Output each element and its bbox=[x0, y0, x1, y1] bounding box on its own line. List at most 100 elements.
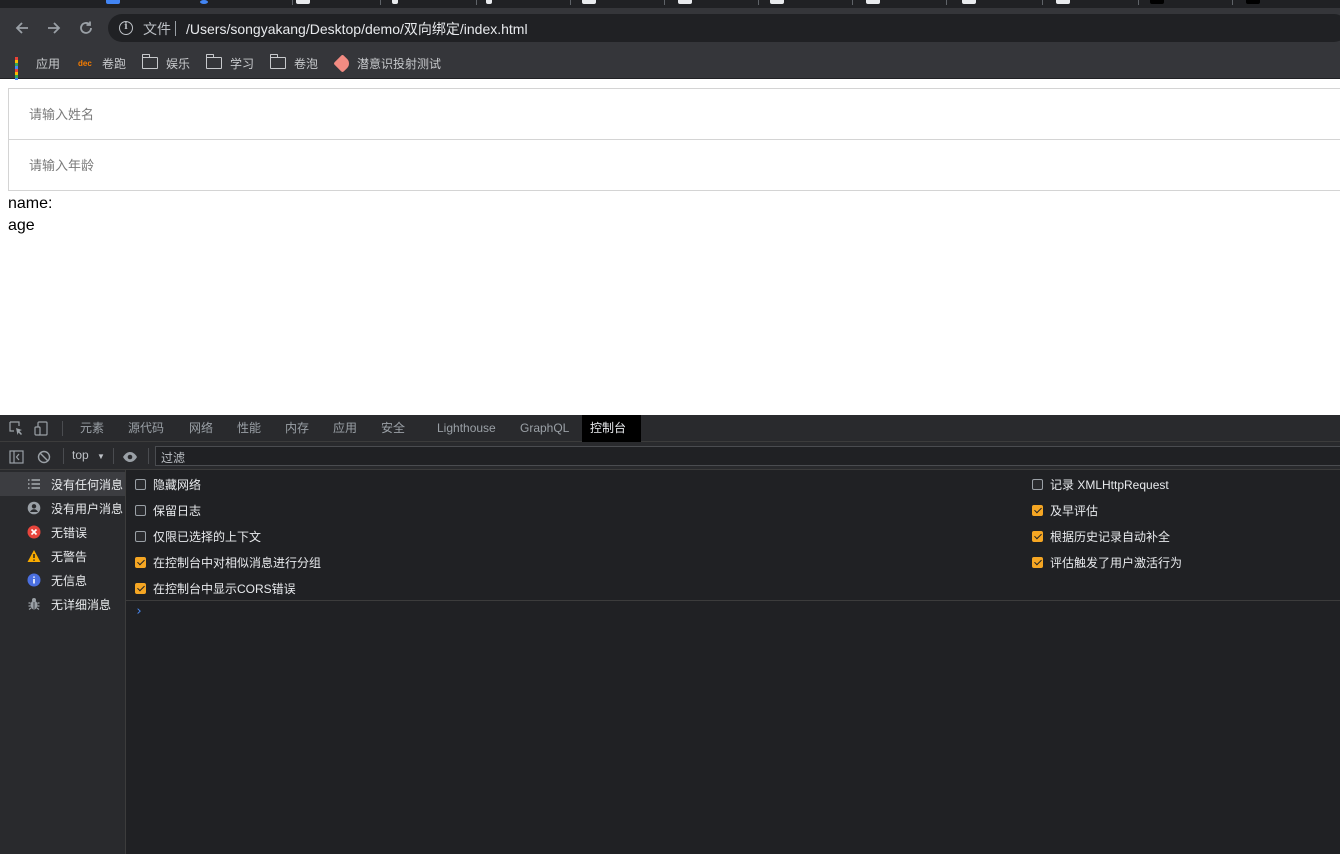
folder-icon bbox=[141, 54, 158, 69]
option-preserve-log[interactable]: 保留日志 bbox=[135, 502, 201, 518]
option-autocomplete-history[interactable]: 根据历史记录自动补全 bbox=[1032, 528, 1170, 544]
name-input[interactable] bbox=[9, 89, 1340, 139]
option-label: 在控制台中显示CORS错误 bbox=[153, 581, 296, 596]
checkbox[interactable] bbox=[135, 504, 146, 516]
option-eager-evaluation[interactable]: 及早评估 bbox=[1032, 502, 1098, 518]
inspect-element-icon[interactable] bbox=[9, 421, 24, 436]
option-label: 在控制台中对相似消息进行分组 bbox=[153, 555, 322, 570]
error-icon bbox=[27, 525, 41, 539]
filter-input[interactable] bbox=[156, 449, 1340, 467]
tab-performance[interactable]: 性能 bbox=[229, 415, 269, 442]
divider bbox=[148, 448, 149, 464]
sidebar-item-label: 无信息 bbox=[51, 573, 88, 588]
sidebar-item-all-messages[interactable]: 没有任何消息 bbox=[0, 472, 125, 496]
checkbox[interactable] bbox=[1032, 478, 1043, 490]
sidebar-item-verbose[interactable]: 无详细消息 bbox=[0, 592, 125, 616]
tab-network[interactable]: 网络 bbox=[181, 415, 221, 442]
sidebar-item-errors[interactable]: 无错误 bbox=[0, 520, 125, 544]
context-selector[interactable]: top ▼ bbox=[72, 448, 105, 462]
checkbox[interactable] bbox=[135, 530, 146, 542]
tab-favicon[interactable] bbox=[770, 0, 784, 4]
dec-icon: dec bbox=[78, 58, 92, 68]
console-output[interactable]: › bbox=[126, 601, 1340, 854]
tab-favicon[interactable] bbox=[1150, 0, 1164, 4]
device-toolbar-icon[interactable] bbox=[34, 421, 49, 436]
tab-favicon[interactable] bbox=[866, 0, 880, 4]
tab-favicon[interactable] bbox=[1056, 0, 1070, 4]
url-text[interactable]: /Users/songyakang/Desktop/demo/双向绑定/inde… bbox=[186, 19, 528, 39]
folder-icon bbox=[269, 54, 286, 69]
bookmark-folder-juanpao[interactable]: 卷泡 bbox=[269, 54, 319, 72]
back-icon[interactable] bbox=[12, 18, 32, 38]
info-icon[interactable]: i bbox=[119, 21, 133, 35]
clear-console-icon[interactable] bbox=[37, 449, 52, 464]
folder-icon bbox=[205, 54, 222, 69]
bug-icon bbox=[27, 597, 41, 611]
name-field bbox=[8, 88, 1340, 140]
sidebar-item-user-messages[interactable]: 没有用户消息 bbox=[0, 496, 125, 520]
tab-favicon[interactable] bbox=[200, 0, 208, 4]
tab-favicon[interactable] bbox=[582, 0, 596, 4]
tab-memory[interactable]: 内存 bbox=[277, 415, 317, 442]
tab-elements[interactable]: 元素 bbox=[72, 415, 112, 442]
scheme-label: 文件 bbox=[143, 21, 171, 37]
tab-favicon[interactable] bbox=[486, 0, 492, 4]
sidebar-item-label: 没有用户消息 bbox=[51, 501, 124, 516]
tab-favicon[interactable] bbox=[392, 0, 398, 4]
option-hide-network[interactable]: 隐藏网络 bbox=[135, 476, 201, 492]
eye-icon[interactable] bbox=[122, 449, 137, 464]
bookmark-folder-entertainment[interactable]: 娱乐 bbox=[141, 54, 191, 72]
tab-graphql[interactable]: GraphQL bbox=[512, 415, 577, 442]
tab-favicon[interactable] bbox=[962, 0, 976, 4]
option-log-xhr[interactable]: 记录 XMLHttpRequest bbox=[1032, 476, 1169, 492]
option-selected-context-only[interactable]: 仅限已选择的上下文 bbox=[135, 528, 261, 544]
tab-strip bbox=[0, 0, 1340, 8]
option-group-similar[interactable]: 在控制台中对相似消息进行分组 bbox=[135, 554, 321, 570]
age-input[interactable] bbox=[9, 140, 1340, 190]
bookmarks-bar: 应用 dec 卷跑 娱乐 学习 卷泡 潜意识投射测试 bbox=[0, 48, 1340, 84]
option-show-cors-errors[interactable]: 在控制台中显示CORS错误 bbox=[135, 580, 296, 596]
tab-console[interactable]: 控制台 bbox=[582, 415, 641, 442]
tab-favicon[interactable] bbox=[106, 0, 120, 4]
page-content: name: age bbox=[0, 80, 1340, 415]
reload-icon[interactable] bbox=[76, 18, 96, 38]
address-bar[interactable]: i 文件 /Users/songyakang/Desktop/demo/双向绑定… bbox=[108, 14, 1340, 42]
bookmark-label: 应用 bbox=[36, 56, 61, 71]
bookmark-juanpao[interactable]: dec 卷跑 bbox=[78, 54, 126, 72]
age-output: age bbox=[8, 217, 35, 234]
sidebar-item-label: 无错误 bbox=[51, 525, 88, 540]
divider bbox=[113, 448, 114, 464]
sidebar-toggle-icon[interactable] bbox=[9, 449, 24, 464]
checkbox-checked[interactable] bbox=[135, 556, 146, 568]
tab-favicon[interactable] bbox=[678, 0, 692, 4]
checkbox-checked[interactable] bbox=[1032, 530, 1043, 542]
name-output: name: bbox=[8, 195, 53, 212]
option-label: 根据历史记录自动补全 bbox=[1050, 529, 1171, 544]
dropdown-arrow-icon: ▼ bbox=[97, 452, 105, 461]
checkbox-checked[interactable] bbox=[135, 582, 146, 594]
bookmark-label: 娱乐 bbox=[166, 56, 191, 71]
bookmark-apps[interactable]: 应用 bbox=[15, 54, 61, 84]
bookmark-folder-study[interactable]: 学习 bbox=[205, 54, 255, 72]
console-prompt[interactable]: › bbox=[135, 604, 143, 619]
tab-security[interactable]: 安全 bbox=[373, 415, 413, 442]
tab-lighthouse[interactable]: Lighthouse bbox=[429, 415, 504, 442]
sidebar-item-label: 没有任何消息 bbox=[51, 477, 124, 492]
option-user-activation[interactable]: 评估触发了用户激活行为 bbox=[1032, 554, 1182, 570]
devtools-panel: 元素 源代码 网络 性能 内存 应用 安全 Lighthouse GraphQL… bbox=[0, 415, 1340, 854]
tab-sources[interactable]: 源代码 bbox=[120, 415, 172, 442]
bookmark-projection-test[interactable]: 潜意识投射测试 bbox=[333, 53, 441, 73]
tab-application[interactable]: 应用 bbox=[325, 415, 365, 442]
checkbox[interactable] bbox=[135, 478, 146, 490]
tab-favicon[interactable] bbox=[1246, 0, 1260, 4]
sidebar-item-info[interactable]: 无信息 bbox=[0, 568, 125, 592]
checkbox-checked[interactable] bbox=[1032, 556, 1043, 568]
age-field bbox=[8, 139, 1340, 191]
divider bbox=[62, 421, 63, 436]
sidebar-item-warnings[interactable]: 无警告 bbox=[0, 544, 125, 568]
forward-icon[interactable] bbox=[44, 18, 64, 38]
bookmark-label: 卷泡 bbox=[294, 56, 319, 71]
checkbox-checked[interactable] bbox=[1032, 504, 1043, 516]
bookmark-label: 学习 bbox=[230, 56, 255, 71]
tab-favicon[interactable] bbox=[296, 0, 310, 4]
